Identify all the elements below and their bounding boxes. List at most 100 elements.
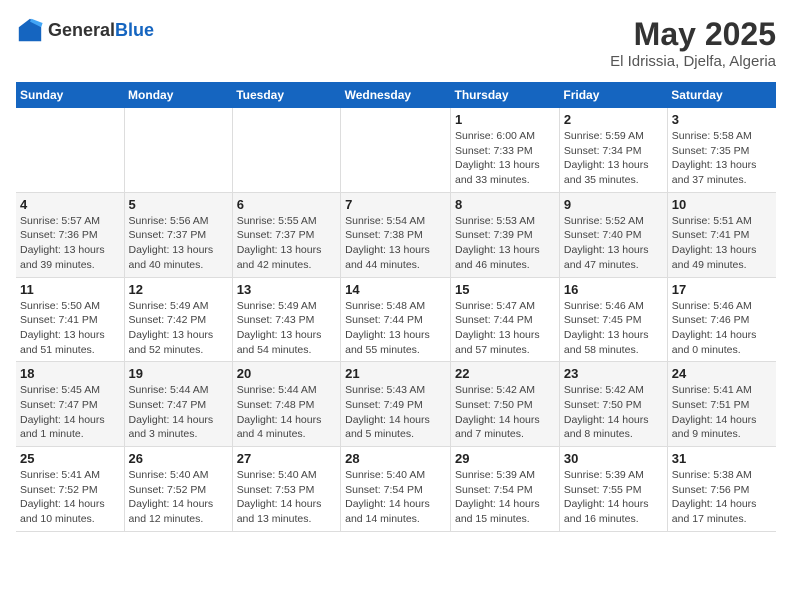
day-info: Sunrise: 5:44 AM Sunset: 7:47 PM Dayligh… (129, 383, 228, 442)
calendar-cell: 27 Sunrise: 5:40 AM Sunset: 7:53 PM Dayli… (232, 447, 340, 532)
calendar-cell (232, 108, 340, 192)
calendar-table: SundayMondayTuesdayWednesdayThursdayFrid… (16, 82, 776, 532)
day-info: Sunrise: 5:42 AM Sunset: 7:50 PM Dayligh… (455, 383, 555, 442)
day-number: 6 (237, 197, 336, 212)
day-info: Sunrise: 5:57 AM Sunset: 7:36 PM Dayligh… (20, 214, 120, 273)
day-info: Sunrise: 5:39 AM Sunset: 7:55 PM Dayligh… (564, 468, 663, 527)
header-day-sunday: Sunday (16, 82, 124, 108)
calendar-cell: 26 Sunrise: 5:40 AM Sunset: 7:52 PM Dayli… (124, 447, 232, 532)
calendar-cell: 24 Sunrise: 5:41 AM Sunset: 7:51 PM Dayli… (667, 362, 776, 447)
day-number: 28 (345, 451, 446, 466)
logo: GeneralBlue (16, 16, 154, 44)
day-info: Sunrise: 5:44 AM Sunset: 7:48 PM Dayligh… (237, 383, 336, 442)
day-number: 18 (20, 366, 120, 381)
calendar-cell: 9Sunrise: 5:52 AM Sunset: 7:40 PM Daylig… (559, 192, 667, 277)
calendar-cell: 21Sunrise: 5:43 AM Sunset: 7:49 PM Dayli… (341, 362, 451, 447)
day-info: Sunrise: 5:46 AM Sunset: 7:46 PM Dayligh… (672, 299, 772, 358)
generalblue-logo-icon (16, 16, 44, 44)
calendar-cell: 2Sunrise: 5:59 AM Sunset: 7:34 PM Daylig… (559, 108, 667, 192)
day-number: 5 (129, 197, 228, 212)
day-number: 27 (237, 451, 336, 466)
day-number: 7 (345, 197, 446, 212)
calendar-cell: 4 Sunrise: 5:57 AM Sunset: 7:36 PM Daylig… (16, 192, 124, 277)
day-number: 11 (20, 282, 120, 297)
calendar-cell (341, 108, 451, 192)
header-row: SundayMondayTuesdayWednesdayThursdayFrid… (16, 82, 776, 108)
day-number: 22 (455, 366, 555, 381)
day-info: Sunrise: 5:49 AM Sunset: 7:42 PM Dayligh… (129, 299, 228, 358)
day-number: 30 (564, 451, 663, 466)
day-info: Sunrise: 5:49 AM Sunset: 7:43 PM Dayligh… (237, 299, 336, 358)
logo-general: General (48, 20, 115, 40)
day-info: Sunrise: 5:39 AM Sunset: 7:54 PM Dayligh… (455, 468, 555, 527)
day-number: 13 (237, 282, 336, 297)
day-info: Sunrise: 5:45 AM Sunset: 7:47 PM Dayligh… (20, 383, 120, 442)
day-number: 1 (455, 112, 555, 127)
calendar-cell: 12 Sunrise: 5:49 AM Sunset: 7:42 PM Dayli… (124, 277, 232, 362)
calendar-cell: 3 Sunrise: 5:58 AM Sunset: 7:35 PM Daylig… (667, 108, 776, 192)
day-info: Sunrise: 5:55 AM Sunset: 7:37 PM Dayligh… (237, 214, 336, 273)
day-info: Sunrise: 5:41 AM Sunset: 7:52 PM Dayligh… (20, 468, 120, 527)
calendar-cell: 8 Sunrise: 5:53 AM Sunset: 7:39 PM Daylig… (451, 192, 560, 277)
day-number: 4 (20, 197, 120, 212)
header-day-monday: Monday (124, 82, 232, 108)
day-number: 23 (564, 366, 663, 381)
calendar-cell (124, 108, 232, 192)
day-number: 2 (564, 112, 663, 127)
calendar-cell: 7 Sunrise: 5:54 AM Sunset: 7:38 PM Daylig… (341, 192, 451, 277)
week-row-4: 18 Sunrise: 5:45 AM Sunset: 7:47 PM Dayli… (16, 362, 776, 447)
day-number: 16 (564, 282, 663, 297)
calendar-cell: 5Sunrise: 5:56 AM Sunset: 7:37 PM Daylig… (124, 192, 232, 277)
day-info: Sunrise: 5:40 AM Sunset: 7:54 PM Dayligh… (345, 468, 446, 527)
calendar-cell: 15 Sunrise: 5:47 AM Sunset: 7:44 PM Dayli… (451, 277, 560, 362)
day-info: Sunrise: 5:47 AM Sunset: 7:44 PM Dayligh… (455, 299, 555, 358)
week-row-2: 4 Sunrise: 5:57 AM Sunset: 7:36 PM Daylig… (16, 192, 776, 277)
day-number: 9 (564, 197, 663, 212)
location-title: El Idrissia, Djelfa, Algeria (610, 53, 776, 70)
day-number: 8 (455, 197, 555, 212)
calendar-cell: 22 Sunrise: 5:42 AM Sunset: 7:50 PM Dayli… (451, 362, 560, 447)
day-number: 17 (672, 282, 772, 297)
day-info: Sunrise: 5:54 AM Sunset: 7:38 PM Dayligh… (345, 214, 446, 273)
calendar-cell: 18 Sunrise: 5:45 AM Sunset: 7:47 PM Dayli… (16, 362, 124, 447)
week-row-5: 25 Sunrise: 5:41 AM Sunset: 7:52 PM Dayli… (16, 447, 776, 532)
day-info: Sunrise: 5:43 AM Sunset: 7:49 PM Dayligh… (345, 383, 446, 442)
calendar-cell: 28 Sunrise: 5:40 AM Sunset: 7:54 PM Dayli… (341, 447, 451, 532)
day-info: Sunrise: 5:53 AM Sunset: 7:39 PM Dayligh… (455, 214, 555, 273)
day-number: 15 (455, 282, 555, 297)
day-info: Sunrise: 5:40 AM Sunset: 7:53 PM Dayligh… (237, 468, 336, 527)
day-info: Sunrise: 5:46 AM Sunset: 7:45 PM Dayligh… (564, 299, 663, 358)
day-number: 3 (672, 112, 772, 127)
day-number: 20 (237, 366, 336, 381)
day-number: 26 (129, 451, 228, 466)
day-info: Sunrise: 5:51 AM Sunset: 7:41 PM Dayligh… (672, 214, 772, 273)
day-info: Sunrise: 5:50 AM Sunset: 7:41 PM Dayligh… (20, 299, 120, 358)
calendar-cell: 25 Sunrise: 5:41 AM Sunset: 7:52 PM Dayli… (16, 447, 124, 532)
calendar-cell: 20 Sunrise: 5:44 AM Sunset: 7:48 PM Dayli… (232, 362, 340, 447)
day-info: Sunrise: 5:40 AM Sunset: 7:52 PM Dayligh… (129, 468, 228, 527)
header-day-tuesday: Tuesday (232, 82, 340, 108)
logo-text: GeneralBlue (48, 20, 154, 41)
day-number: 12 (129, 282, 228, 297)
calendar-cell: 19 Sunrise: 5:44 AM Sunset: 7:47 PM Dayli… (124, 362, 232, 447)
calendar-cell: 6 Sunrise: 5:55 AM Sunset: 7:37 PM Daylig… (232, 192, 340, 277)
day-number: 14 (345, 282, 446, 297)
day-number: 31 (672, 451, 772, 466)
logo-blue: Blue (115, 20, 154, 40)
month-title: May 2025 (610, 16, 776, 53)
day-number: 24 (672, 366, 772, 381)
header-day-saturday: Saturday (667, 82, 776, 108)
calendar-cell: 14 Sunrise: 5:48 AM Sunset: 7:44 PM Dayli… (341, 277, 451, 362)
day-number: 25 (20, 451, 120, 466)
day-info: Sunrise: 5:58 AM Sunset: 7:35 PM Dayligh… (672, 129, 772, 188)
calendar-cell: 17 Sunrise: 5:46 AM Sunset: 7:46 PM Dayli… (667, 277, 776, 362)
calendar-cell: 11 Sunrise: 5:50 AM Sunset: 7:41 PM Dayli… (16, 277, 124, 362)
title-area: May 2025 El Idrissia, Djelfa, Algeria (610, 16, 776, 70)
calendar-cell: 23Sunrise: 5:42 AM Sunset: 7:50 PM Dayli… (559, 362, 667, 447)
day-info: Sunrise: 5:41 AM Sunset: 7:51 PM Dayligh… (672, 383, 772, 442)
day-number: 19 (129, 366, 228, 381)
calendar-cell: 30 Sunrise: 5:39 AM Sunset: 7:55 PM Dayli… (559, 447, 667, 532)
day-info: Sunrise: 5:48 AM Sunset: 7:44 PM Dayligh… (345, 299, 446, 358)
header-day-thursday: Thursday (451, 82, 560, 108)
calendar-cell: 10Sunrise: 5:51 AM Sunset: 7:41 PM Dayli… (667, 192, 776, 277)
